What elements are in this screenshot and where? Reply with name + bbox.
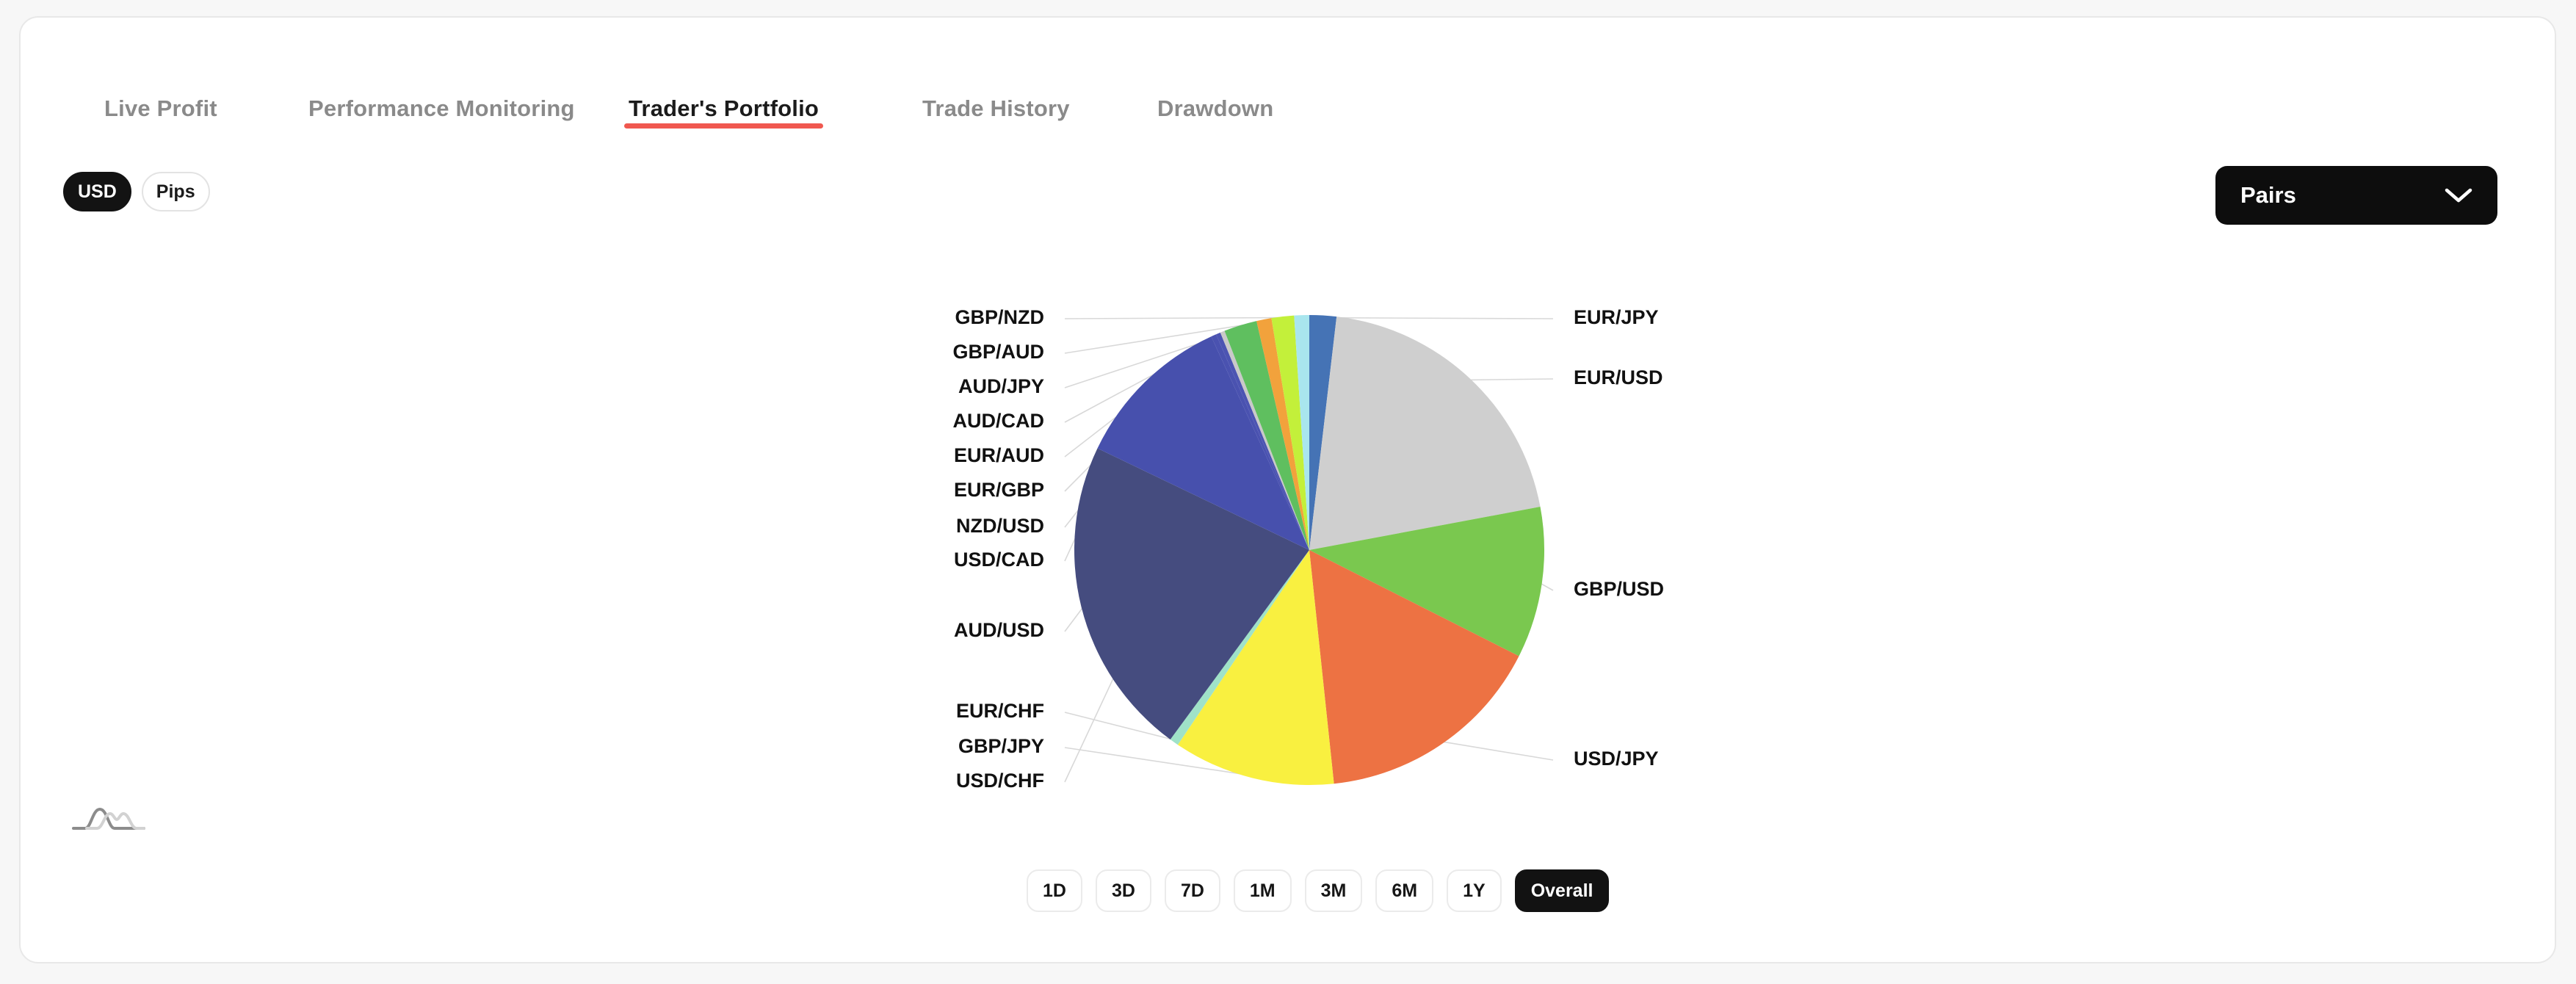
tab-bar: Live Profit Performance Monitoring Trader'… [21, 81, 2555, 137]
time-range-3m[interactable]: 3M [1304, 869, 1363, 912]
leader-lines [1064, 316, 1554, 783]
time-range-1m[interactable]: 1M [1233, 869, 1292, 912]
leader-line [1064, 322, 1281, 783]
leader-line [1064, 606, 1085, 632]
leader-line [1064, 321, 1265, 388]
pie-label: EUR/JPY [1574, 306, 1659, 328]
pie-label: AUD/USD [954, 619, 1044, 641]
leader-line [1064, 333, 1224, 457]
pie-slice[interactable] [1224, 321, 1309, 550]
pie-slice[interactable] [1211, 334, 1309, 550]
pie-slices [1074, 315, 1544, 785]
pie-slice[interactable] [1309, 550, 1519, 784]
time-range-6m[interactable]: 6M [1375, 869, 1434, 912]
pie-label: GBP/AUD [952, 341, 1044, 363]
wave-logo [70, 802, 147, 834]
pie-slice-labels: GBP/NZD GBP/AUD AUD/JPY AUD/CAD EUR/AUD EUR/G… [952, 306, 1664, 792]
app-page: Live Profit Performance Monitoring Trader'… [0, 0, 2576, 984]
pie-label: EUR/GBP [954, 479, 1044, 501]
tab-trade-history[interactable]: Trade History [922, 81, 1070, 137]
pie-label: NZD/USD [956, 515, 1044, 537]
leader-line [1468, 378, 1554, 381]
pie-slice[interactable] [1097, 336, 1309, 550]
leader-line [1064, 712, 1176, 741]
unit-toggle-pips[interactable]: Pips [141, 172, 210, 211]
portfolio-card: Live Profit Performance Monitoring Trader'… [19, 16, 2556, 963]
pie-label: USD/JPY [1574, 748, 1659, 770]
pie-slice[interactable] [1309, 315, 1337, 550]
pairs-dropdown-button[interactable]: Pairs [2215, 166, 2497, 225]
pie-slice[interactable] [1309, 316, 1541, 550]
pie-label: GBP/USD [1574, 578, 1664, 600]
pairs-pie-chart: GBP/NZD GBP/AUD AUD/JPY AUD/CAD EUR/AUD EUR/G… [952, 306, 1664, 792]
time-range-1d[interactable]: 1D [1027, 869, 1082, 912]
leader-line [1064, 383, 1147, 562]
leader-line [1441, 741, 1554, 761]
pie-slice[interactable] [1216, 332, 1309, 550]
pie-slice[interactable] [1074, 448, 1309, 740]
pie-slice[interactable] [1294, 315, 1309, 550]
time-range-3d[interactable]: 3D [1095, 869, 1151, 912]
pie-label: GBP/NZD [955, 306, 1045, 328]
unit-toggle-group: USD Pips [63, 172, 210, 211]
tab-live-profit[interactable]: Live Profit [104, 81, 217, 137]
pie-label: EUR/USD [1574, 366, 1663, 388]
tab-drawdown[interactable]: Drawdown [1157, 81, 1273, 137]
leader-line [1064, 747, 1253, 777]
time-range-group: 1D 3D 7D 1M 3M 6M 1Y Overall [1027, 869, 1610, 912]
leader-line [1064, 337, 1215, 528]
leader-line [1323, 316, 1554, 319]
pie-slice[interactable] [1271, 315, 1309, 550]
leader-line [1064, 327, 1242, 423]
pie-label: EUR/CHF [956, 700, 1044, 722]
leader-line [1064, 316, 1302, 319]
time-range-7d[interactable]: 7D [1164, 869, 1220, 912]
leader-line [1539, 582, 1554, 591]
pie-slice[interactable] [1177, 550, 1334, 785]
pairs-dropdown-label: Pairs [2240, 182, 2296, 208]
pie-slice[interactable] [1170, 550, 1309, 745]
active-tab-underline [624, 123, 823, 129]
pie-label: USD/CAD [954, 549, 1044, 571]
pie-slice[interactable] [1256, 318, 1309, 550]
pie-label: EUR/AUD [954, 444, 1044, 466]
pie-label: AUD/JPY [958, 375, 1044, 397]
pie-label: USD/CHF [956, 770, 1044, 792]
pie-slice[interactable] [1220, 330, 1309, 550]
pie-label: AUD/CAD [953, 410, 1045, 432]
leader-line [1064, 318, 1284, 354]
tab-performance-monitoring[interactable]: Performance Monitoring [308, 81, 575, 137]
pie-slice[interactable] [1309, 507, 1544, 656]
chevron-down-icon [2445, 187, 2472, 204]
time-range-overall[interactable]: Overall [1514, 869, 1610, 912]
pie-label: GBP/JPY [958, 735, 1044, 757]
time-range-1y[interactable]: 1Y [1447, 869, 1502, 912]
leader-line [1064, 335, 1220, 492]
unit-toggle-usd[interactable]: USD [63, 172, 131, 211]
